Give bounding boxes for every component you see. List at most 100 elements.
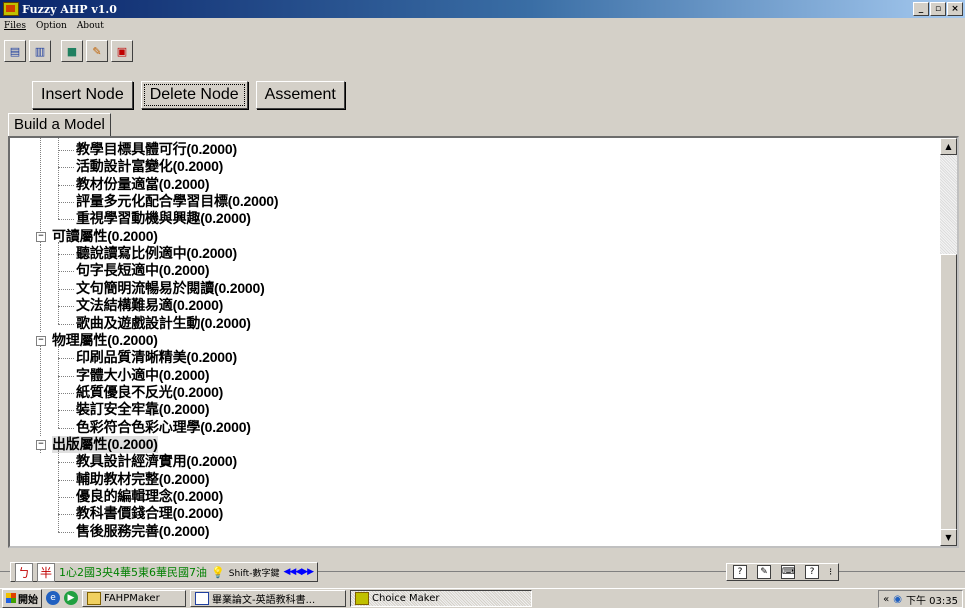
tree-leaf-node[interactable]: 售後服務完善(0.2000) [76, 523, 210, 540]
tree-connector [58, 479, 74, 481]
folder-icon [87, 591, 101, 605]
ime-toolbar[interactable]: ㄅ 半 1心2國3央4華5東6華民國7油 💡 Shift-數字鍵 ◀◀◀▶▶ [10, 562, 319, 582]
collapse-icon[interactable]: − [36, 335, 46, 346]
ime-page-nav[interactable]: ◀◀◀▶▶ [283, 567, 314, 577]
start-button[interactable]: 開始 [2, 588, 42, 608]
task-label: Choice Maker [372, 592, 440, 604]
close-button[interactable]: × [947, 2, 963, 16]
tree-connector [58, 254, 74, 256]
ime-mode-halfwidth[interactable]: 半 [37, 562, 56, 582]
pencil-icon[interactable]: ✎ [86, 40, 108, 62]
tree-leaf-node[interactable]: 教學目標具體可行(0.2000) [76, 141, 237, 158]
tree-connector [58, 288, 74, 290]
collapse-icon[interactable]: − [36, 231, 46, 242]
tree-group-node[interactable]: 可讀屬性(0.2000) [52, 228, 158, 245]
tree-leaf-node[interactable]: 紙質優良不反光(0.2000) [76, 384, 223, 401]
tree-leaf-node[interactable]: 色彩符合色彩心理學(0.2000) [76, 419, 251, 436]
ime-bar: ㄅ 半 1心2國3央4華5東6華民國7油 💡 Shift-數字鍵 ◀◀◀▶▶ ?… [0, 560, 965, 582]
tree-leaf-node[interactable]: 教科書價錢合理(0.2000) [76, 505, 223, 522]
tree-connector [40, 449, 41, 454]
app-icon [3, 2, 19, 16]
tree-connector [40, 245, 41, 332]
ime-candidates[interactable]: 1心2國3央4華5東6華民國7油 [59, 564, 207, 580]
assement-button[interactable]: Assement [255, 81, 345, 109]
tree-leaf-node[interactable]: 文法結構難易適(0.2000) [76, 297, 223, 314]
taskbar-item-choice-maker[interactable]: Choice Maker [350, 589, 532, 607]
taskbar-item-fahpmaker[interactable]: FAHPMaker [82, 589, 186, 607]
tree-connector [58, 345, 59, 428]
task-label: FAHPMaker [104, 592, 160, 604]
tree-connector [58, 219, 74, 221]
open-file-icon[interactable]: ▥ [29, 40, 51, 62]
word-doc-icon [195, 591, 209, 605]
volume-icon[interactable]: ◉ [893, 594, 902, 605]
tree-connector [58, 306, 74, 308]
tree-connector [58, 184, 74, 186]
scroll-up-icon[interactable]: ▲ [940, 138, 957, 155]
tree-leaf-node[interactable]: 優良的編輯理念(0.2000) [76, 488, 223, 505]
scroll-thumb[interactable] [940, 254, 957, 530]
tree-leaf-node[interactable]: 活動設計富變化(0.2000) [76, 158, 223, 175]
tree-connector [58, 410, 74, 412]
ime-mode-zhuyin[interactable]: ㄅ [15, 562, 34, 582]
tree-leaf-node[interactable]: 印刷品質清晰精美(0.2000) [76, 349, 237, 366]
pen-icon[interactable]: ✎ [757, 565, 771, 579]
menu-bar: Files Option About [0, 18, 104, 33]
system-tray: « ◉ 下午 03:35 [878, 590, 963, 608]
taskbar: 開始 e ▶ FAHPMaker 畢業論文-英語教科書... Choice Ma… [0, 588, 965, 608]
help-icon[interactable]: ? [733, 565, 747, 579]
windows-flag-icon [6, 593, 16, 603]
tree-leaf-node[interactable]: 聽說讀寫比例適中(0.2000) [76, 245, 237, 262]
menu-about[interactable]: About [77, 21, 104, 31]
app-icon [355, 591, 369, 605]
tree-leaf-node[interactable]: 字體大小適中(0.2000) [76, 367, 210, 384]
maximize-button[interactable]: ▫ [930, 2, 946, 16]
tree-connector [58, 241, 59, 324]
taskbar-item-word-doc[interactable]: 畢業論文-英語教科書... [190, 589, 346, 607]
question-icon[interactable]: ? [805, 565, 819, 579]
tree-leaf-node[interactable]: 教具設計經濟實用(0.2000) [76, 453, 237, 470]
vertical-scrollbar[interactable]: ▲ ▼ [940, 138, 957, 546]
clock: 下午 03:35 [906, 595, 958, 607]
tree-leaf-node[interactable]: 評量多元化配合學習目標(0.2000) [76, 193, 279, 210]
scroll-down-icon[interactable]: ▼ [940, 529, 957, 546]
collapse-icon[interactable]: − [36, 439, 46, 450]
tree-leaf-node[interactable]: 教材份量適當(0.2000) [76, 176, 210, 193]
tree-leaf-node[interactable]: 歌曲及遊戲設計生動(0.2000) [76, 315, 251, 332]
tree-connector [58, 462, 74, 464]
tree-connector [58, 375, 74, 377]
tree-connector [58, 531, 74, 533]
tree-connector [58, 449, 59, 532]
tree-connector [58, 202, 74, 204]
tree-leaf-node[interactable]: 裝訂安全牢靠(0.2000) [76, 401, 210, 418]
exit-icon[interactable]: ▣ [111, 40, 133, 62]
minimize-button[interactable]: _ [913, 2, 929, 16]
delete-node-button[interactable]: Delete Node [140, 81, 248, 109]
menu-files[interactable]: Files [4, 21, 26, 31]
ime-tip: Shift-數字鍵 [228, 568, 280, 579]
ime-options: ? ✎ ⌨ ? ⁝ [726, 563, 840, 581]
tree-connector [58, 323, 74, 325]
tree-connector [58, 427, 74, 429]
task-label: 畢業論文-英語教科書... [212, 594, 316, 606]
menu-option[interactable]: Option [36, 21, 67, 31]
tree-leaf-node[interactable]: 句字長短適中(0.2000) [76, 262, 210, 279]
new-file-icon[interactable]: ▤ [4, 40, 26, 62]
tree-connector [58, 138, 59, 220]
tree-leaf-node[interactable]: 重視學習動機與興趣(0.2000) [76, 210, 251, 227]
keyboard-icon[interactable]: ⌨ [781, 565, 795, 579]
tree-leaf-node[interactable]: 文句簡明流暢易於閱讀(0.2000) [76, 280, 265, 297]
tab-build-a-model[interactable]: Build a Model [8, 113, 111, 136]
tree-group-node[interactable]: 出版屬性(0.2000) [52, 435, 158, 453]
tree-connector [58, 392, 74, 394]
book-icon[interactable]: ■ [61, 40, 83, 62]
tree-leaf-node[interactable]: 輔助教材完整(0.2000) [76, 471, 210, 488]
tree-connector [40, 349, 41, 436]
start-label: 開始 [18, 594, 38, 606]
browser-icon[interactable]: e [46, 591, 60, 605]
tray-expand-icon[interactable]: « [883, 594, 889, 605]
ime-menu-icon[interactable]: ⁝ [829, 567, 832, 578]
media-icon[interactable]: ▶ [64, 591, 78, 605]
insert-node-button[interactable]: Insert Node [32, 81, 133, 109]
tree-group-node[interactable]: 物理屬性(0.2000) [52, 332, 158, 349]
